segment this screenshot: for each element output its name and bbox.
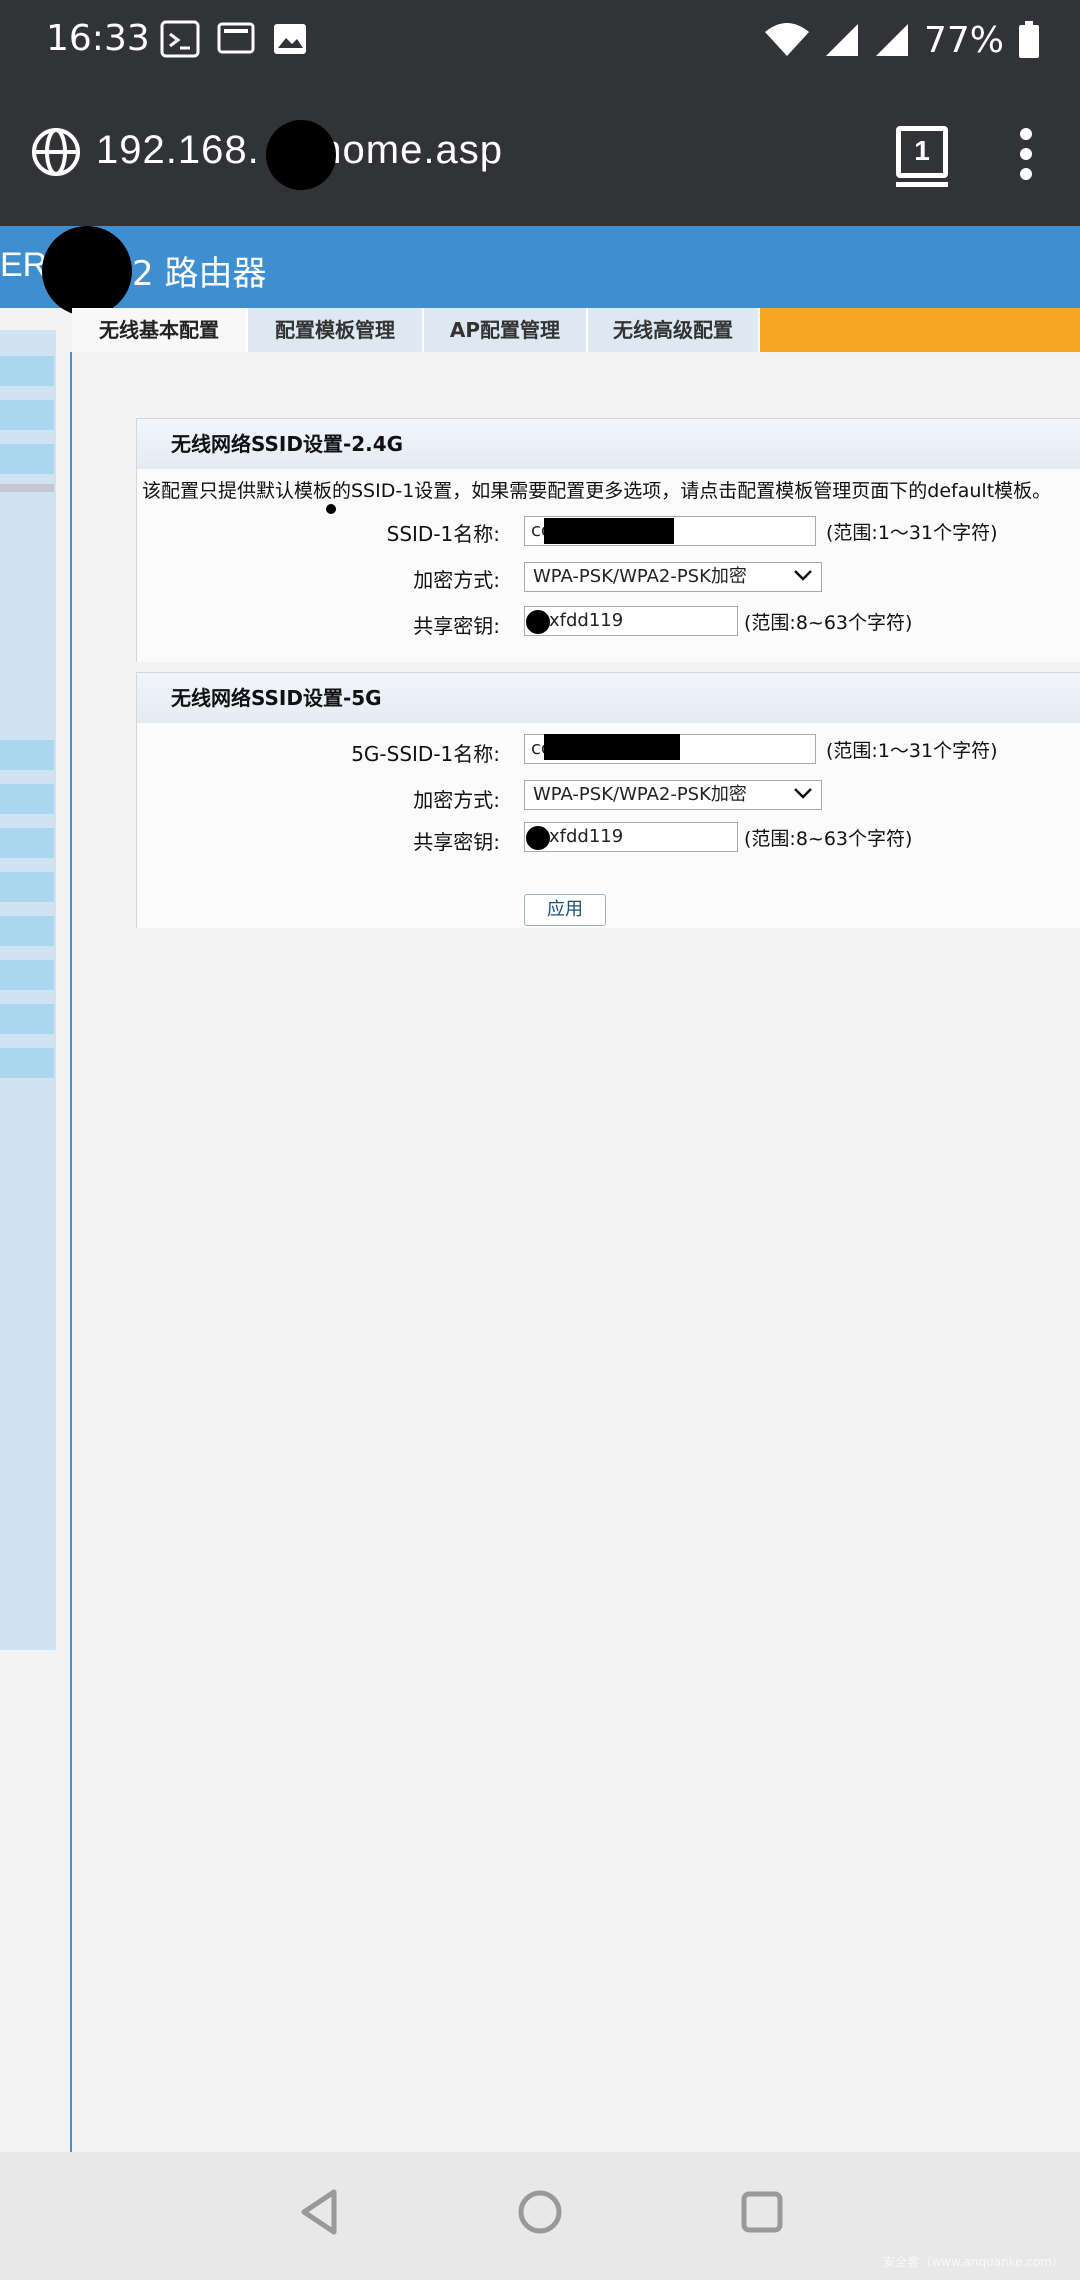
router-title-prefix: ER <box>0 246 48 284</box>
key-24g-input[interactable]: xfdd119 <box>524 606 738 636</box>
signal-icon <box>825 24 858 56</box>
chevron-down-icon <box>794 788 812 799</box>
sidebar-item[interactable] <box>0 960 54 990</box>
browser-toolbar: 192.168. .1/home.asp 1 <box>0 82 1080 226</box>
tab-count-underline <box>896 182 948 187</box>
encryption-24g-label: 加密方式: <box>413 568 500 592</box>
sidebar-item[interactable] <box>0 444 54 474</box>
sidebar-item[interactable] <box>0 400 54 430</box>
tab-bar: 无线基本配置 配置模板管理 AP配置管理 无线高级配置 <box>72 308 1080 352</box>
encryption-5g-select[interactable]: WPA-PSK/WPA2-PSK加密 <box>524 780 822 810</box>
signal-icon-2 <box>875 24 908 56</box>
apply-button[interactable]: 应用 <box>524 894 606 926</box>
key-24g-hint: (范围:8~63个字符) <box>744 612 913 634</box>
wifi-24g-heading: 无线网络SSID设置-2.4G <box>137 419 1080 469</box>
terminal-app-icon <box>160 20 200 58</box>
watermark: 安全客（www.anquanke.com） <box>883 2255 1064 2269</box>
sidebar-item[interactable] <box>0 872 54 902</box>
ssid-24g-hint: (范围:1～31个字符) <box>826 522 998 544</box>
ssid-5g-hint: (范围:1～31个字符) <box>826 740 998 762</box>
ssid-5g-label: 5G-SSID-1名称: <box>351 742 500 766</box>
redaction-mark <box>526 610 550 634</box>
redaction-mark <box>266 120 336 190</box>
tab-wireless-advanced[interactable]: 无线高级配置 <box>588 308 760 352</box>
screen-icon <box>217 22 255 54</box>
status-time: 16:33 <box>46 18 150 59</box>
tab-count-button[interactable]: 1 <box>896 126 948 178</box>
tab-template-management[interactable]: 配置模板管理 <box>248 308 424 352</box>
sidebar-item[interactable] <box>0 740 54 770</box>
key-5g-input[interactable]: xfdd119 <box>524 822 738 852</box>
sidebar-item[interactable] <box>0 1048 54 1078</box>
ssid-24g-label: SSID-1名称: <box>386 522 500 546</box>
sidebar-item[interactable] <box>0 356 54 386</box>
redaction-bar <box>544 518 674 544</box>
redaction-mark <box>326 504 336 514</box>
sidebar-item[interactable] <box>0 784 54 814</box>
sidebar-item[interactable] <box>0 1004 54 1034</box>
encryption-5g-label: 加密方式: <box>413 788 500 812</box>
router-header: ER 2 路由器 <box>0 226 1080 316</box>
tab-wireless-basic[interactable]: 无线基本配置 <box>72 308 248 352</box>
sidebar-divider <box>0 484 54 492</box>
home-icon[interactable] <box>510 2182 570 2242</box>
image-icon <box>274 24 306 54</box>
globe-icon[interactable] <box>30 126 82 178</box>
key-5g-hint: (范围:8~63个字符) <box>744 828 913 850</box>
back-icon[interactable] <box>290 2182 350 2242</box>
battery-percent: 77% <box>923 19 1004 61</box>
sidebar <box>0 330 56 1650</box>
sidebar-item[interactable] <box>0 916 54 946</box>
wifi-icon <box>764 23 809 56</box>
key-24g-label: 共享密钥: <box>413 614 500 638</box>
redaction-mark <box>42 226 132 316</box>
redaction-bar <box>544 734 680 760</box>
system-nav-bar: 安全客（www.anquanke.com） <box>0 2152 1080 2280</box>
redaction-mark <box>526 826 550 850</box>
status-bar: 16:33 77% <box>0 0 1080 82</box>
config-note: 该配置只提供默认模板的SSID-1设置，如果需要配置更多选项，请点击配置模板管理… <box>142 480 1052 502</box>
wifi-5g-heading: 无线网络SSID设置-5G <box>137 673 1080 723</box>
status-right: 77% <box>764 18 1040 62</box>
sidebar-item[interactable] <box>0 828 54 858</box>
battery-icon <box>1019 21 1039 58</box>
chevron-down-icon <box>794 570 812 581</box>
router-title-suffix: 2 路由器 <box>132 254 267 294</box>
overflow-menu-icon[interactable] <box>1016 128 1036 184</box>
tab-ap-management[interactable]: AP配置管理 <box>424 308 588 352</box>
recents-icon[interactable] <box>732 2182 792 2242</box>
key-5g-label: 共享密钥: <box>413 830 500 854</box>
encryption-24g-select[interactable]: WPA-PSK/WPA2-PSK加密 <box>524 562 822 592</box>
content-border <box>70 352 72 2152</box>
